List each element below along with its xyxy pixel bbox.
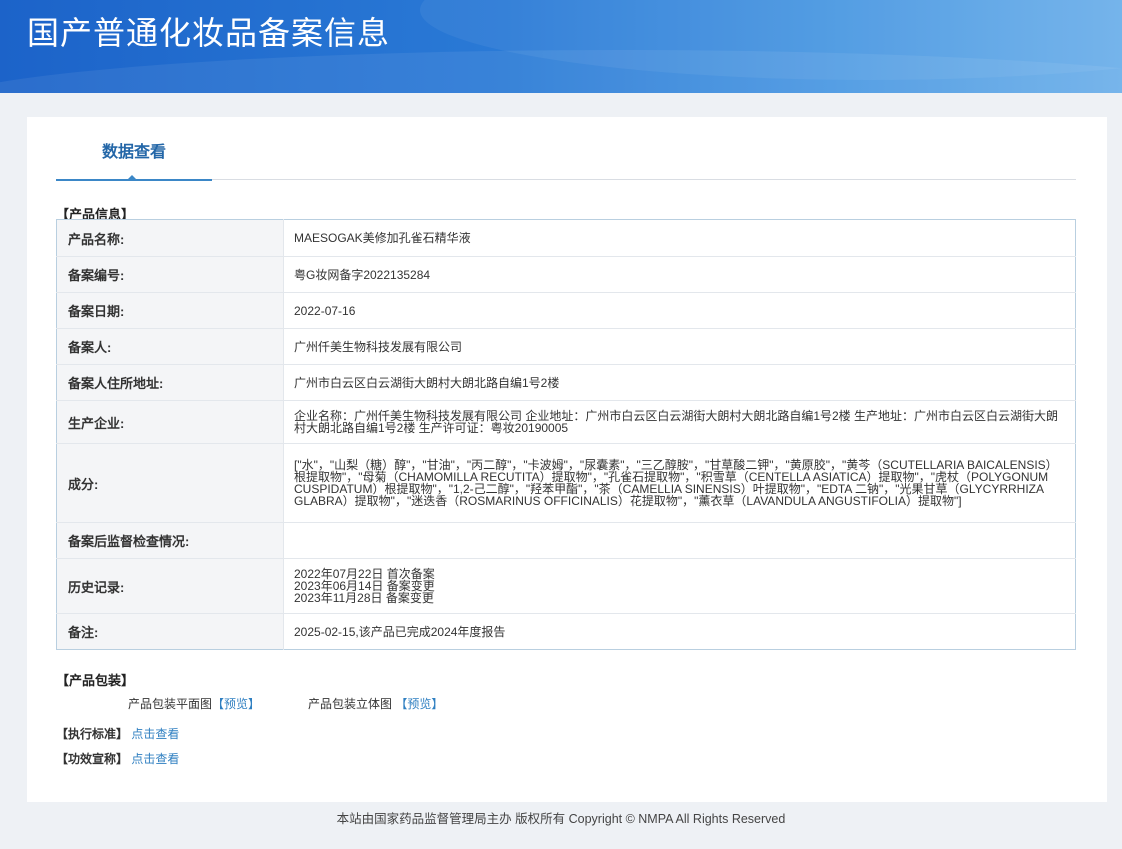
row-value: 广州仟美生物科技发展有限公司 (283, 328, 1076, 365)
row-key: 备注: (56, 613, 284, 650)
row-value: 广州市白云区白云湖街大朗村大朗北路自编1号2楼 (283, 364, 1076, 401)
row-value: ["水"，"山梨（糖）醇"，"甘油"，"丙二醇"，"卡波姆"，"尿囊素"，"三乙… (283, 443, 1076, 523)
table-row: 成分: ["水"，"山梨（糖）醇"，"甘油"，"丙二醇"，"卡波姆"，"尿囊素"… (56, 443, 1076, 523)
packaging-flat: 产品包装平面图【预览】 (128, 695, 260, 712)
row-value: 企业名称：广州仟美生物科技发展有限公司 企业地址：广州市白云区白云湖街大朗村大朗… (283, 400, 1076, 444)
efficacy-view-link[interactable]: 点击查看 (131, 752, 179, 766)
row-key: 备案日期: (56, 292, 284, 329)
row-value: 2025-02-15,该产品已完成2024年度报告 (283, 613, 1076, 650)
tab-bar: 数据查看 (56, 117, 1076, 181)
packaging-solid-label: 产品包装立体图 (308, 697, 393, 711)
page-title: 国产普通化妆品备案信息 (27, 14, 391, 52)
preview-solid-link[interactable]: 【预览】 (395, 697, 443, 711)
table-row: 备案日期: 2022-07-16 (56, 292, 1076, 329)
efficacy-label: 【功效宣称】 (56, 752, 129, 766)
preview-flat-link[interactable]: 【预览】 (212, 697, 260, 711)
table-row: 备案人: 广州仟美生物科技发展有限公司 (56, 328, 1076, 365)
packaging-solid: 产品包装立体图 【预览】 (308, 695, 443, 712)
table-row: 备注: 2025-02-15,该产品已完成2024年度报告 (56, 613, 1076, 650)
row-key: 备案人: (56, 328, 284, 365)
standard-row: 【执行标准】 点击查看 (56, 725, 179, 742)
row-value (283, 522, 1076, 559)
tab-data-view[interactable]: 数据查看 (56, 117, 212, 181)
row-value: 粤G妆网备字2022135284 (283, 256, 1076, 293)
table-row: 历史记录: 2022年07月22日 首次备案 2023年06月14日 备案变更 … (56, 558, 1076, 614)
row-key: 生产企业: (56, 400, 284, 444)
row-value: 2022年07月22日 首次备案 2023年06月14日 备案变更 2023年1… (283, 558, 1076, 614)
product-info-table: 产品名称: MAESOGAK美修加孔雀石精华液 备案编号: 粤G妆网备字2022… (56, 219, 1076, 650)
standard-label: 【执行标准】 (56, 727, 129, 741)
table-row: 备案人住所地址: 广州市白云区白云湖街大朗村大朗北路自编1号2楼 (56, 364, 1076, 401)
row-key: 历史记录: (56, 558, 284, 614)
standard-view-link[interactable]: 点击查看 (131, 727, 179, 741)
row-key: 备案人住所地址: (56, 364, 284, 401)
packaging-flat-label: 产品包装平面图 (128, 697, 213, 711)
table-row: 产品名称: MAESOGAK美修加孔雀石精华液 (56, 219, 1076, 257)
packaging-title: 【产品包装】 (56, 673, 135, 688)
table-row: 生产企业: 企业名称：广州仟美生物科技发展有限公司 企业地址：广州市白云区白云湖… (56, 400, 1076, 444)
row-key: 备案编号: (56, 256, 284, 293)
efficacy-row: 【功效宣称】 点击查看 (56, 750, 179, 767)
content-card: 数据查看 【产品信息】 产品名称: MAESOGAK美修加孔雀石精华液 备案编号… (27, 117, 1107, 802)
row-key: 备案后监督检查情况: (56, 522, 284, 559)
table-row: 备案后监督检查情况: (56, 522, 1076, 559)
row-key: 成分: (56, 443, 284, 523)
footer: 本站由国家药品监督管理局主办 版权所有 Copyright © NMPA All… (336, 812, 786, 826)
row-value: 2022-07-16 (283, 292, 1076, 329)
caret-up-icon (126, 175, 138, 181)
row-key: 产品名称: (56, 219, 284, 257)
row-value: MAESOGAK美修加孔雀石精华液 (283, 219, 1076, 257)
tab-label: 数据查看 (101, 144, 166, 161)
header-banner: 国产普通化妆品备案信息 (0, 0, 1122, 93)
table-row: 备案编号: 粤G妆网备字2022135284 (56, 256, 1076, 293)
